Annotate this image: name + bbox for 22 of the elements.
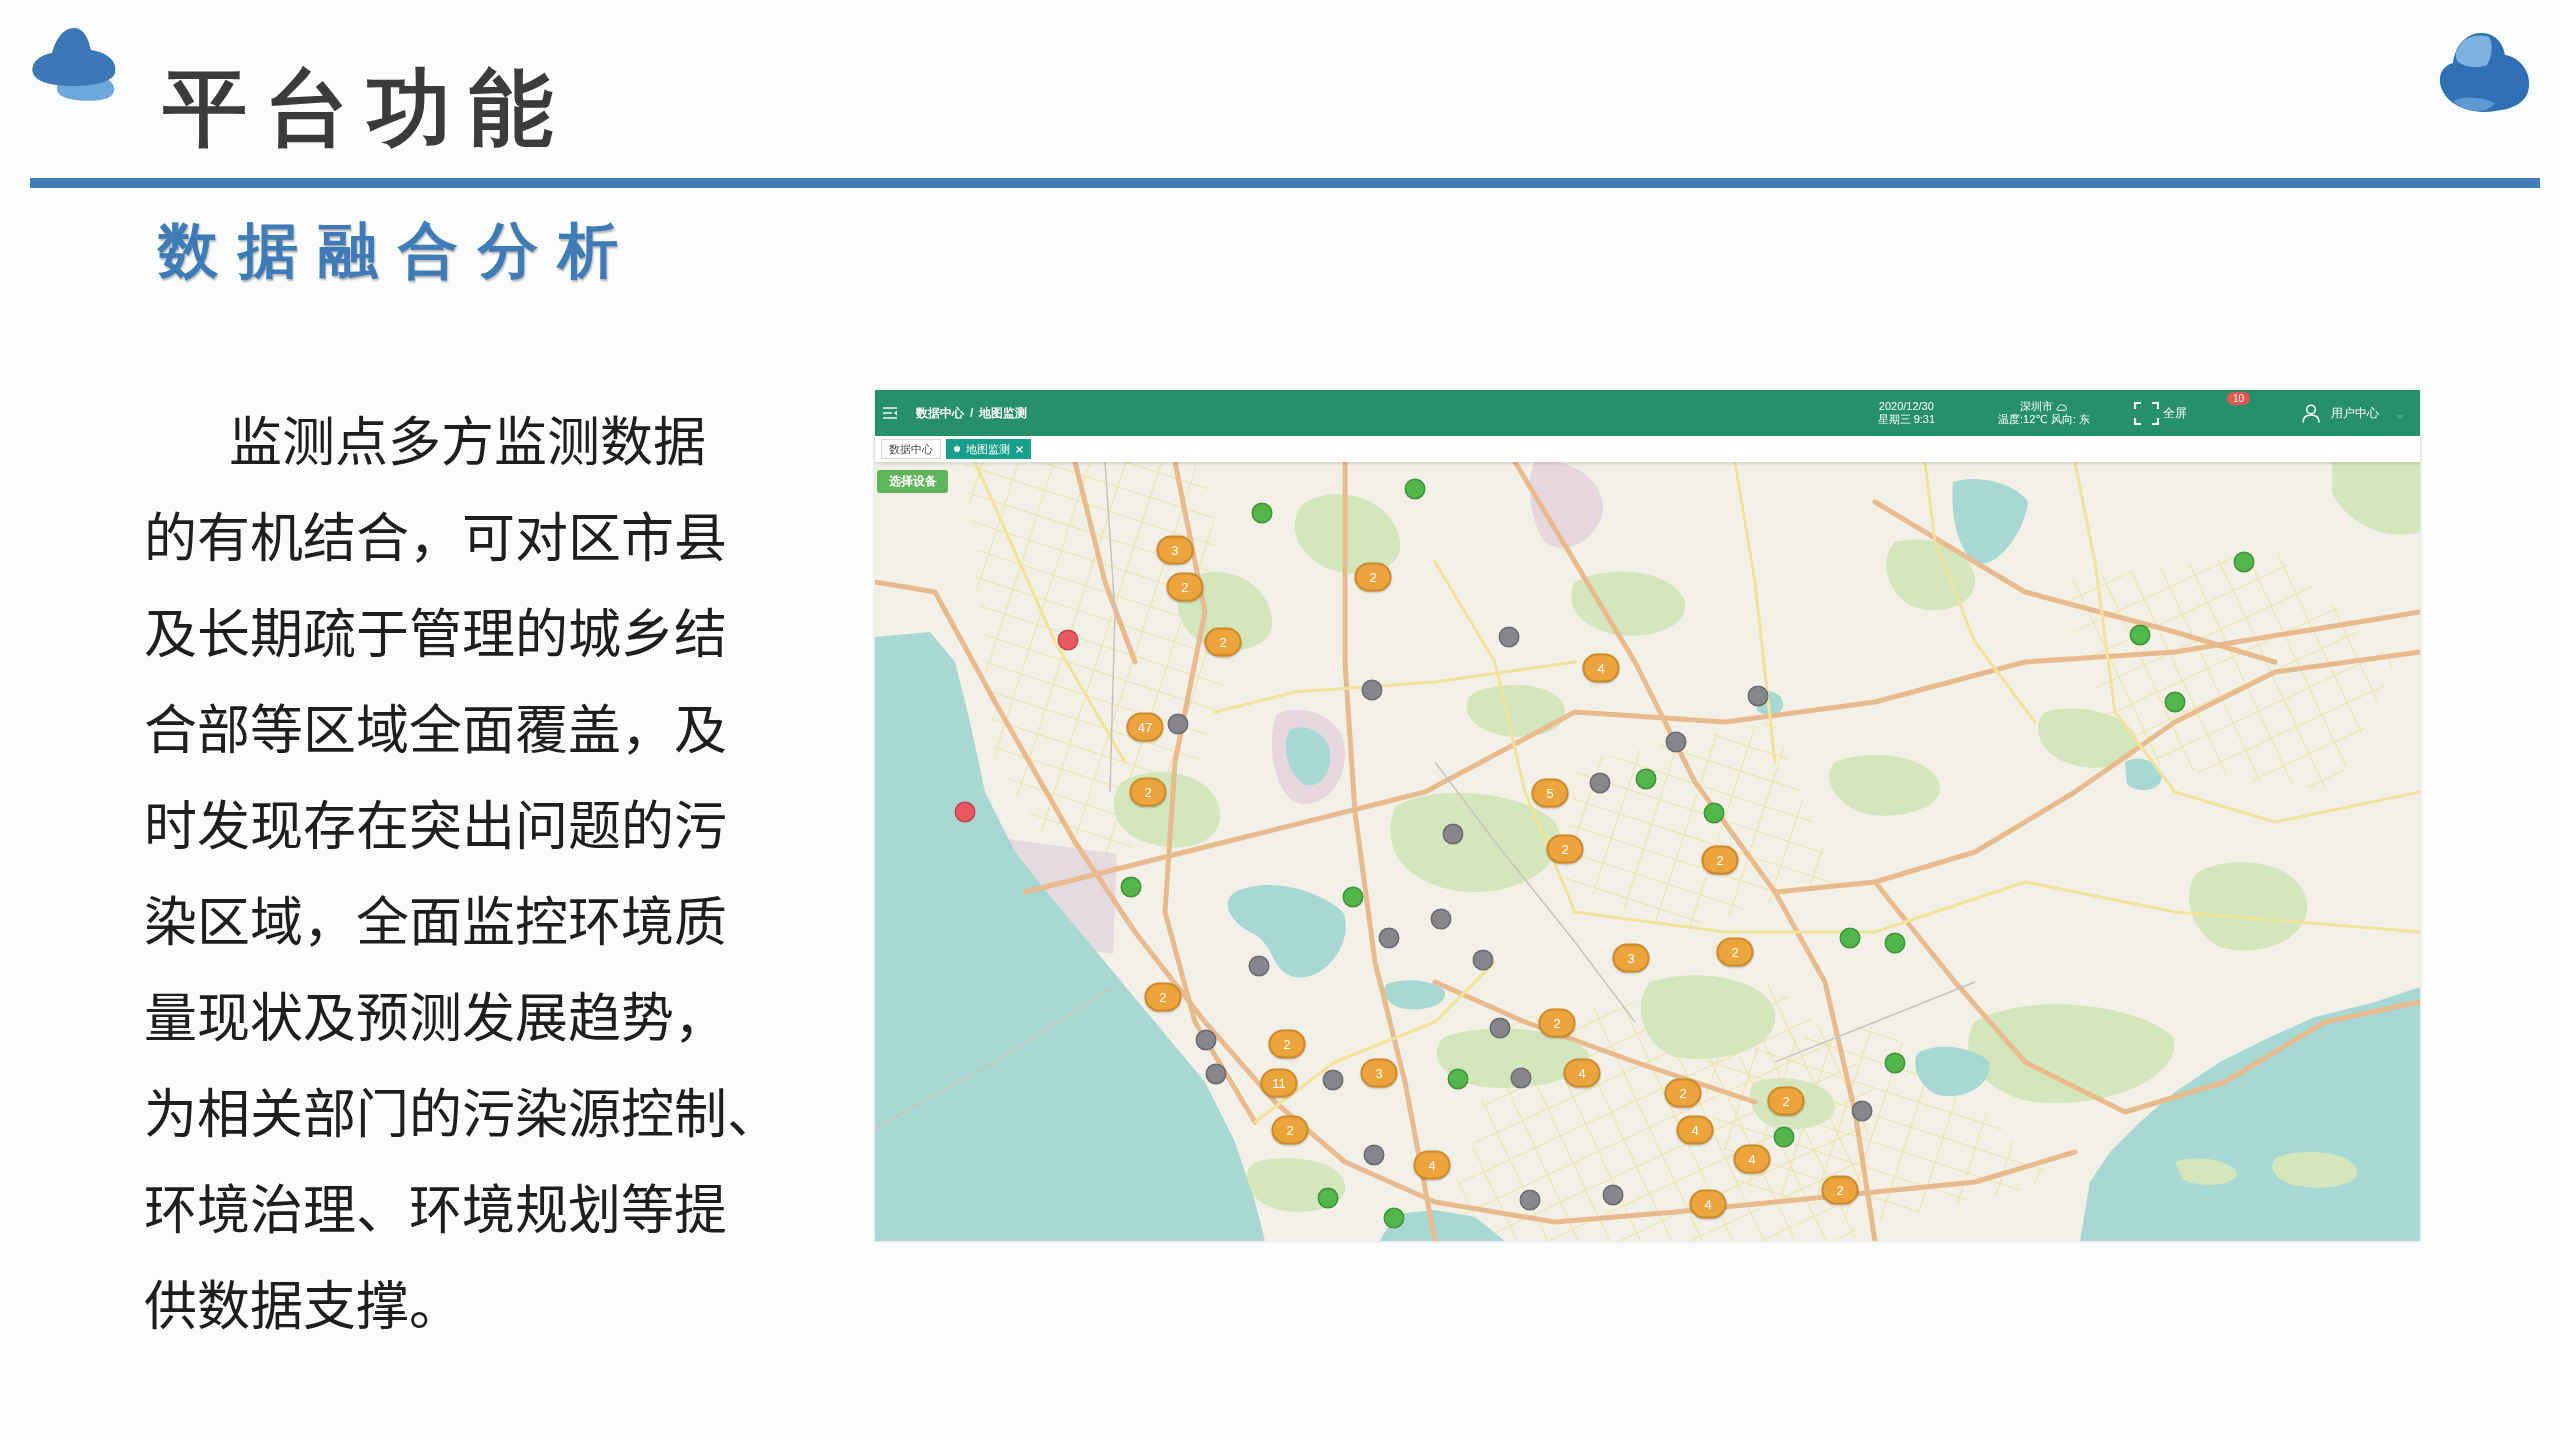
breadcrumb-separator: /: [970, 406, 974, 420]
notification-badge: 10: [2226, 392, 2250, 405]
cloud-icon: [2056, 402, 2068, 411]
breadcrumb-link[interactable]: 地图监测: [979, 404, 1028, 422]
close-icon[interactable]: [1016, 445, 1023, 453]
fullscreen-button[interactable]: 全屏: [2133, 401, 2187, 425]
page-tab[interactable]: 数据中心: [881, 439, 941, 459]
page-tab[interactable]: 地图监测: [946, 439, 1031, 459]
slide-title: 平台功能: [163, 66, 571, 150]
section-subtitle: 数据融合分析: [158, 220, 638, 280]
select-device-button[interactable]: 选择设备: [877, 470, 948, 493]
breadcrumb-link[interactable]: 数据中心: [916, 404, 964, 422]
date-text: 2020/12/30: [1878, 400, 1934, 413]
weekday-time-text: 星期三 9:31: [1877, 413, 1936, 426]
city-text: 深圳市: [2020, 400, 2054, 413]
weather-details-text: 温度:12℃ 风向: 东: [1998, 413, 2090, 426]
user-center-button[interactable]: 用户中心: [2302, 403, 2379, 423]
fullscreen-icon: [2133, 401, 2159, 425]
menu-icon[interactable]: [883, 407, 897, 419]
user-icon: [2302, 403, 2320, 423]
body-paragraph: 监测点多方监测数据的有机结合，可对区市县及长期疏于管理的城乡结合部等区域全面覆盖，及时发现存在突出问题的污染区域，全面监控环境质量现状及预测发展趋势，为相关部门的污染源控制、环境治理、环境规划等提供数据支撑。: [144, 411, 781, 1339]
dot-icon: [954, 446, 960, 452]
